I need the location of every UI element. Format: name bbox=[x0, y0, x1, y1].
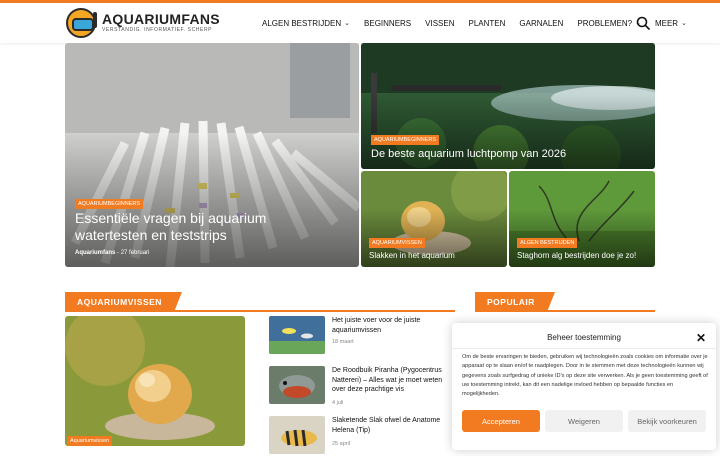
nav-label: GARNALEN bbox=[519, 18, 564, 28]
category-badge[interactable]: ALGEN BESTRIJDEN bbox=[517, 238, 578, 248]
category-badge[interactable]: AQUARIUMBEGINNERS bbox=[75, 199, 144, 209]
featured-bottom-right-title[interactable]: Staghorn alg bestrijden doe je zo! bbox=[517, 251, 652, 261]
thumb-image bbox=[269, 416, 325, 454]
featured-bottom-left-title[interactable]: Slakken in het aquarium bbox=[369, 251, 499, 261]
accept-button[interactable]: Accepteren bbox=[462, 410, 540, 432]
item-date: 25 april bbox=[332, 441, 351, 447]
list-item[interactable]: De Roodbuik Piranha (Pygocentrus Nattere… bbox=[269, 366, 459, 406]
thumb-image bbox=[269, 366, 325, 404]
section-main-tile[interactable]: Aquariumvissen bbox=[65, 316, 245, 446]
snail-closeup-image bbox=[65, 316, 245, 446]
featured-main-title[interactable]: Essentiële vragen bij aquarium watertest… bbox=[75, 210, 325, 244]
item-date: 18 maart bbox=[332, 339, 354, 345]
deny-button[interactable]: Weigeren bbox=[545, 410, 623, 432]
search-icon[interactable] bbox=[636, 16, 650, 30]
consent-title: Beheer toestemming bbox=[547, 333, 621, 342]
nav-item-algen-bestrijden[interactable]: ALGEN BESTRIJDEN ⌄ bbox=[255, 19, 357, 28]
section-header-aquariumvissen: AQUARIUMVISSEN bbox=[65, 292, 455, 312]
section-title: POPULAIR bbox=[487, 297, 535, 307]
item-title[interactable]: De Roodbuik Piranha (Pygocentrus Nattere… bbox=[332, 366, 457, 395]
section-tag[interactable]: POPULAIR bbox=[475, 292, 555, 312]
nav-label: ALGEN BESTRIJDEN bbox=[262, 18, 342, 28]
nav-item-planten[interactable]: PLANTEN bbox=[461, 19, 512, 28]
nav-item-vissen[interactable]: VISSEN bbox=[418, 19, 461, 28]
item-title[interactable]: Het juiste voer voor de juiste aquariumv… bbox=[332, 316, 457, 335]
section-tag[interactable]: AQUARIUMVISSEN bbox=[65, 292, 182, 312]
nav-label: BEGINNERS bbox=[364, 18, 412, 28]
nav-item-meer[interactable]: MEER ⌄ bbox=[648, 19, 694, 28]
post-meta: Aquariumfans - 27 februari bbox=[75, 250, 150, 256]
section-title: AQUARIUMVISSEN bbox=[77, 297, 162, 307]
featured-bottom-left-tile[interactable]: AQUARIUMVISSEN Slakken in het aquarium bbox=[361, 171, 507, 267]
nav-label: PROBLEMEN? bbox=[577, 18, 633, 28]
nav-item-garnalen[interactable]: GARNALEN bbox=[512, 19, 570, 28]
featured-top-right-tile[interactable]: AQUARIUMBEGINNERS De beste aquarium luch… bbox=[361, 43, 655, 169]
nav-item-beginners[interactable]: BEGINNERS bbox=[357, 19, 418, 28]
logo-title: AQUARIUMFANS bbox=[102, 11, 220, 27]
category-badge[interactable]: AQUARIUMBEGINNERS bbox=[371, 135, 440, 145]
nav-label: MEER bbox=[654, 18, 679, 28]
nav-label: VISSEN bbox=[425, 18, 455, 28]
close-icon[interactable]: ✕ bbox=[696, 331, 706, 345]
featured-top-right-title[interactable]: De beste aquarium luchtpomp van 2026 bbox=[371, 147, 641, 161]
post-date: 27 februari bbox=[120, 250, 150, 256]
item-title[interactable]: Slaketende Slak ofwel de Anatome Helena … bbox=[332, 416, 457, 435]
list-item[interactable]: Slaketende Slak ofwel de Anatome Helena … bbox=[269, 416, 459, 456]
chevron-down-icon: ⌄ bbox=[681, 20, 687, 27]
preferences-button[interactable]: Bekijk voorkeuren bbox=[628, 410, 706, 432]
site-header: AQUARIUMFANS VERSTANDIG. INFORMATIEF. SC… bbox=[0, 3, 720, 43]
list-item[interactable]: Het juiste voer voor de juiste aquariumv… bbox=[269, 316, 459, 356]
thumb-image bbox=[269, 316, 325, 354]
diver-mask-icon bbox=[66, 8, 97, 38]
item-date: 4 juli bbox=[332, 400, 344, 406]
category-badge[interactable]: Aquariumvissen bbox=[67, 436, 113, 446]
chevron-down-icon: ⌄ bbox=[344, 20, 351, 27]
main-nav: ALGEN BESTRIJDEN ⌄ BEGINNERS VISSEN PLANT… bbox=[255, 3, 694, 43]
post-author[interactable]: Aquariumfans bbox=[75, 250, 115, 256]
featured-bottom-right-tile[interactable]: ALGEN BESTRIJDEN Staghorn alg bestrijden… bbox=[509, 171, 655, 267]
featured-main-tile[interactable]: AQUARIUMBEGINNERS Essentiële vragen bij … bbox=[65, 43, 359, 267]
logo-tagline: VERSTANDIG. INFORMATIEF. SCHERP bbox=[102, 27, 213, 33]
consent-text: Om de beste ervaringen te bieden, gebrui… bbox=[462, 354, 708, 398]
nav-label: PLANTEN bbox=[468, 18, 506, 28]
site-logo[interactable]: AQUARIUMFANS VERSTANDIG. INFORMATIEF. SC… bbox=[66, 8, 220, 38]
category-badge[interactable]: AQUARIUMVISSEN bbox=[369, 238, 425, 248]
divider bbox=[452, 348, 716, 349]
cookie-consent-dialog: Beheer toestemming ✕ Om de beste ervarin… bbox=[452, 323, 716, 450]
section-header-populair: POPULAIR bbox=[475, 292, 655, 312]
